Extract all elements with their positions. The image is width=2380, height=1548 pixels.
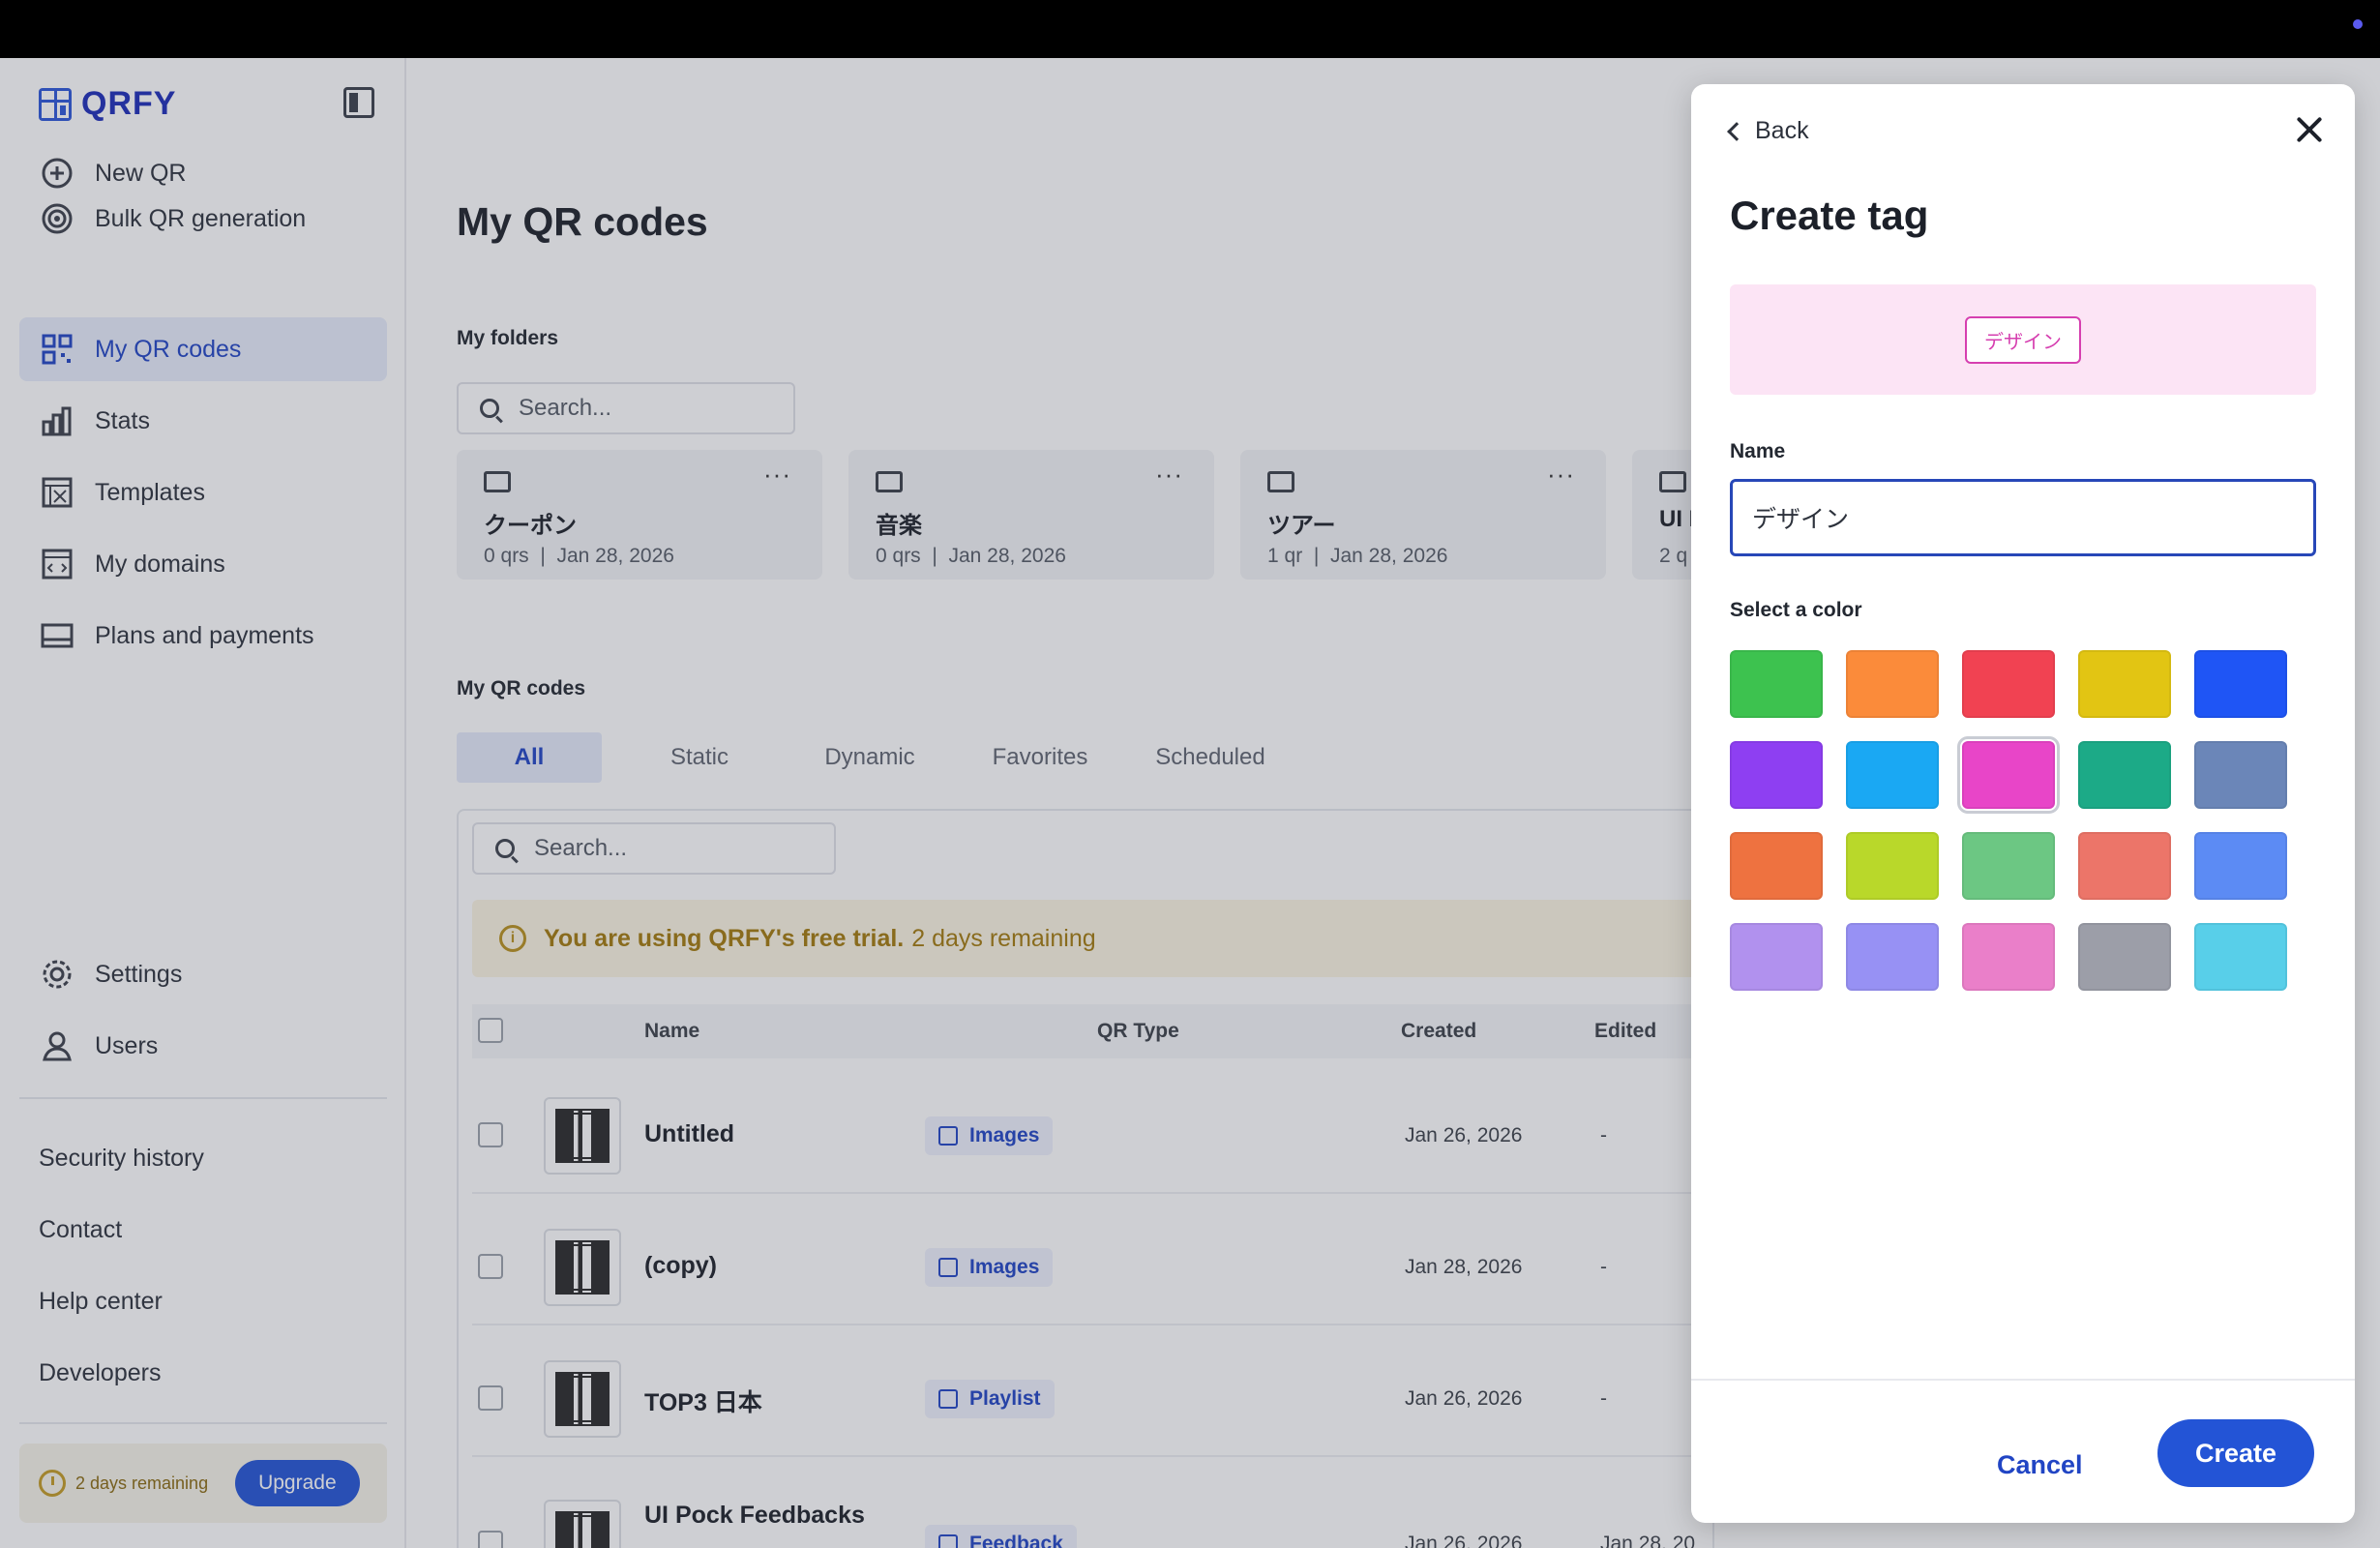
color-swatch[interactable] bbox=[1962, 832, 2055, 900]
chevron-left-icon bbox=[1727, 121, 1746, 141]
color-swatch[interactable] bbox=[2078, 923, 2171, 991]
tag-preview-chip: デザイン bbox=[1965, 315, 2081, 364]
color-swatch[interactable] bbox=[2194, 923, 2287, 991]
panel-footer-divider bbox=[1691, 1379, 2355, 1381]
back-button[interactable]: Back bbox=[1727, 117, 1809, 145]
color-swatch[interactable] bbox=[2078, 650, 2171, 718]
color-swatch[interactable] bbox=[1957, 736, 2060, 814]
app-window: QRFY New QR Bulk QR generation My QR cod… bbox=[0, 58, 2380, 1548]
camera-dot-icon bbox=[2353, 19, 2363, 29]
color-swatch[interactable] bbox=[1846, 923, 1939, 991]
panel-title: Create tag bbox=[1730, 193, 1929, 238]
color-swatch[interactable] bbox=[1730, 832, 1823, 900]
create-button[interactable]: Create bbox=[2157, 1419, 2314, 1487]
back-label: Back bbox=[1755, 117, 1809, 144]
cancel-button[interactable]: Cancel bbox=[1997, 1439, 2083, 1492]
tag-name-input[interactable] bbox=[1730, 479, 2316, 556]
close-icon[interactable] bbox=[2293, 113, 2326, 146]
color-swatch[interactable] bbox=[2078, 832, 2171, 900]
color-swatch[interactable] bbox=[2194, 741, 2287, 809]
color-label: Select a color bbox=[1730, 599, 1862, 621]
color-swatch[interactable] bbox=[1962, 923, 2055, 991]
color-swatch[interactable] bbox=[1846, 741, 1939, 809]
color-swatch[interactable] bbox=[1846, 832, 1939, 900]
color-swatch[interactable] bbox=[1962, 650, 2055, 718]
color-swatch[interactable] bbox=[1846, 650, 1939, 718]
color-swatch[interactable] bbox=[1730, 741, 1823, 809]
name-label: Name bbox=[1730, 440, 1786, 462]
color-swatch-grid bbox=[1730, 650, 2287, 991]
tag-preview: デザイン bbox=[1730, 284, 2316, 395]
create-tag-panel: Back Create tag デザイン Name Select a color… bbox=[1691, 84, 2355, 1523]
color-swatch[interactable] bbox=[1730, 923, 1823, 991]
system-top-bar bbox=[0, 0, 2380, 58]
color-swatch[interactable] bbox=[2194, 832, 2287, 900]
color-swatch[interactable] bbox=[2078, 741, 2171, 809]
color-swatch[interactable] bbox=[1730, 650, 1823, 718]
color-swatch[interactable] bbox=[2194, 650, 2287, 718]
